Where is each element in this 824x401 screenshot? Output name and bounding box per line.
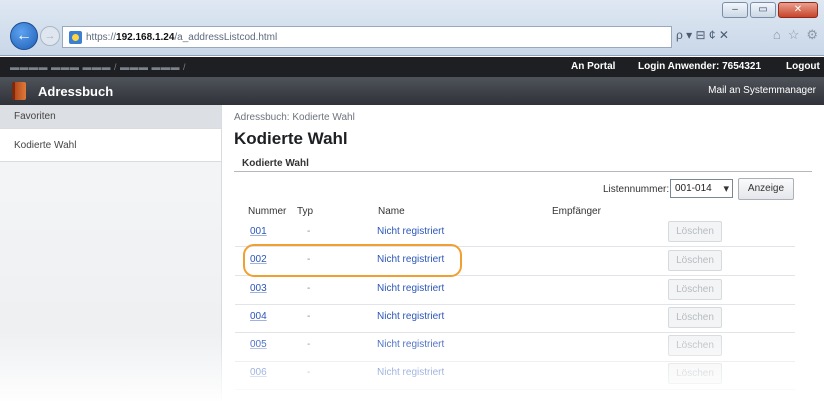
- delete-button[interactable]: Löschen: [668, 363, 722, 384]
- column-header-type: Typ: [297, 206, 314, 217]
- home-icon[interactable]: ⌂: [773, 27, 781, 43]
- window-controls: – ▭ ✕: [722, 2, 818, 18]
- url-host: 192.168.1.24: [116, 31, 175, 43]
- list-number-label: Listennummer:: [603, 184, 670, 195]
- section-header: Kodierte Wahl: [234, 154, 812, 172]
- sidebar-item-coded-dial[interactable]: Kodierte Wahl: [0, 129, 221, 162]
- row-divider: [235, 332, 795, 333]
- star-icon[interactable]: ☆: [788, 27, 800, 43]
- column-header-recipient: Empfänger: [552, 206, 601, 217]
- login-user-id: 7654321: [722, 61, 762, 72]
- breadcrumb: Adressbuch: Kodierte Wahl: [234, 112, 355, 123]
- address-bar[interactable]: https:// 192.168.1.24 /a_addressListcod.…: [62, 26, 672, 48]
- app-title: Adressbuch: [38, 84, 114, 99]
- row-name-link[interactable]: Nicht registriert: [377, 367, 444, 378]
- row-name-link[interactable]: Nicht registriert: [377, 283, 444, 294]
- mail-admin-link[interactable]: Mail an Systemmanager: [708, 85, 816, 96]
- column-header-name: Name: [378, 206, 405, 217]
- row-type: -: [307, 226, 311, 237]
- logout-link[interactable]: Logout: [786, 61, 820, 72]
- device-header: ▬▬▬▬ ▬▬▬ ▬▬▬ / ▬▬▬ ▬▬▬ / An Portal Login…: [0, 57, 824, 77]
- row-divider: [235, 389, 795, 390]
- row-number-link[interactable]: 003: [250, 283, 267, 294]
- list-number-select[interactable]: 001-014: [670, 179, 733, 198]
- row-divider: [235, 361, 795, 362]
- row-name-link[interactable]: Nicht registriert: [377, 226, 444, 237]
- address-tools[interactable]: ρ ▾ ⊟ ¢ ✕: [676, 28, 729, 42]
- browser-toolbar: – ▭ ✕ ← → https:// 192.168.1.24 /a_addre…: [0, 0, 824, 56]
- row-divider: [235, 304, 795, 305]
- section-title: Kodierte Wahl: [242, 158, 309, 169]
- row-type: -: [307, 283, 311, 294]
- row-number-link[interactable]: 005: [250, 339, 267, 350]
- back-icon[interactable]: ←: [10, 22, 38, 50]
- delete-button[interactable]: Löschen: [668, 250, 722, 271]
- login-label: Login Anwender:: [638, 61, 720, 72]
- url-path: /a_addressListcod.html: [174, 31, 278, 43]
- url-prefix: https://: [86, 31, 117, 43]
- close-icon[interactable]: ✕: [778, 2, 818, 18]
- row-name-link[interactable]: Nicht registriert: [377, 311, 444, 322]
- addressbook-icon: [12, 82, 26, 100]
- login-user: Login Anwender: 7654321: [638, 61, 761, 72]
- device-model-logo: ▬▬▬▬ ▬▬▬ ▬▬▬ / ▬▬▬ ▬▬▬ /: [10, 62, 187, 72]
- delete-button[interactable]: Löschen: [668, 279, 722, 300]
- sidebar: Favoriten Kodierte Wahl: [0, 105, 222, 401]
- row-number-link[interactable]: 001: [250, 226, 267, 237]
- maximize-icon[interactable]: ▭: [750, 2, 776, 18]
- row-type: -: [307, 367, 311, 378]
- sidebar-item-favorites[interactable]: Favoriten: [0, 105, 221, 129]
- delete-button[interactable]: Löschen: [668, 335, 722, 356]
- browser-icons: ⌂ ☆ ⚙: [773, 27, 818, 43]
- row-name-link[interactable]: Nicht registriert: [377, 339, 444, 350]
- row-number-link[interactable]: 004: [250, 311, 267, 322]
- page-icon: [69, 30, 82, 44]
- column-header-number: Nummer: [248, 206, 287, 217]
- app-titlebar: Adressbuch Mail an Systemmanager: [0, 77, 824, 105]
- highlight-callout: [243, 244, 462, 277]
- forward-icon[interactable]: →: [40, 26, 60, 46]
- row-number-link[interactable]: 006: [250, 367, 267, 378]
- show-button[interactable]: Anzeige: [738, 178, 794, 200]
- minimize-icon[interactable]: –: [722, 2, 748, 18]
- portal-link[interactable]: An Portal: [571, 61, 615, 72]
- row-type: -: [307, 339, 311, 350]
- gear-icon[interactable]: ⚙: [806, 27, 818, 43]
- page-title: Kodierte Wahl: [234, 129, 348, 148]
- delete-button[interactable]: Löschen: [668, 221, 722, 242]
- search-icon[interactable]: ρ ▾ ⊟ ¢ ✕: [676, 28, 729, 42]
- row-type: -: [307, 311, 311, 322]
- delete-button[interactable]: Löschen: [668, 307, 722, 328]
